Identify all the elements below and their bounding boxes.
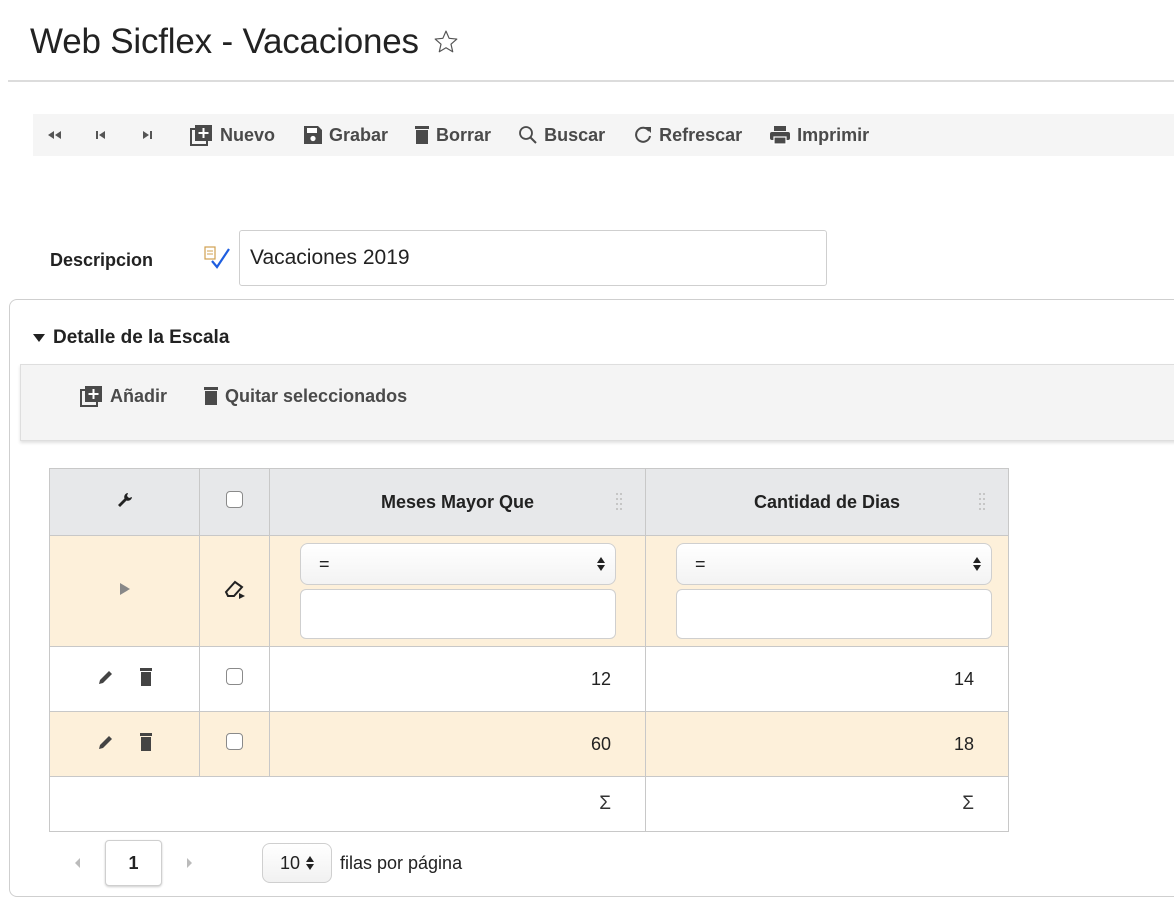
buscar-button[interactable]: Buscar [518, 125, 605, 146]
descripcion-label: Descripcion [50, 250, 154, 270]
nuevo-label: Nuevo [220, 124, 276, 145]
search-icon [519, 126, 537, 144]
filter-meses-operator: = [319, 553, 330, 574]
row-select-cell [199, 646, 270, 712]
collapse-caret-icon [33, 334, 45, 342]
dias-header-label: Cantidad de Dias [753, 491, 901, 512]
previous-page-button[interactable] [49, 840, 105, 886]
tools-header[interactable] [49, 468, 200, 536]
title-bar: Web Sicflex - Vacaciones [30, 12, 459, 72]
page-size-value: 10 [279, 852, 301, 873]
imprimir-button[interactable]: Imprimir [769, 125, 869, 146]
current-page-button[interactable]: 1 [105, 840, 162, 886]
favorite-star-icon[interactable] [433, 29, 459, 55]
wrench-icon [117, 492, 132, 507]
next-page-button[interactable] [162, 840, 218, 886]
meses-cell[interactable]: 12 [269, 646, 646, 712]
anadir-label: Añadir [110, 385, 168, 406]
previous-record-button[interactable] [92, 126, 110, 144]
borrar-button[interactable]: Borrar [414, 125, 491, 146]
add-square-icon [190, 125, 212, 146]
summary-row: Σ Σ [49, 776, 1009, 832]
table-row[interactable]: 60 18 [49, 711, 1009, 777]
title-divider [8, 80, 1174, 82]
last-record-button[interactable] [138, 126, 156, 144]
trash-icon [415, 126, 430, 144]
section-title: Detalle de la Escala [53, 327, 230, 348]
step-back-icon [96, 131, 105, 139]
chevron-left-icon [75, 858, 80, 868]
filter-dias-cell: = [645, 535, 1009, 647]
filter-meses-operator-select[interactable]: = [300, 543, 616, 585]
filter-dias-input[interactable] [676, 589, 992, 639]
filter-row: = = [49, 535, 1009, 647]
row-checkbox[interactable] [226, 733, 243, 750]
row-actions [49, 711, 200, 777]
chevron-right-icon [187, 858, 192, 868]
row-actions [49, 646, 200, 712]
pager: 1 10 filas por página [49, 838, 1009, 888]
trash-icon [204, 387, 219, 405]
filter-apply-cell[interactable] [49, 535, 200, 647]
detail-toolbar-buttons: Añadir Quitar seleccionados [80, 385, 443, 407]
descripcion-input[interactable] [239, 230, 827, 286]
play-icon[interactable] [119, 582, 131, 596]
meses-cell[interactable]: 60 [269, 711, 646, 777]
quitar-label: Quitar seleccionados [225, 385, 408, 406]
add-square-icon [80, 386, 102, 407]
print-icon [770, 126, 791, 145]
edit-pencil-icon[interactable] [96, 732, 116, 752]
row-checkbox[interactable] [226, 668, 243, 685]
select-arrows-icon [306, 856, 315, 870]
select-all-checkbox[interactable] [226, 491, 243, 508]
filter-meses-cell: = [269, 535, 646, 647]
section-header[interactable]: Detalle de la Escala [33, 327, 229, 349]
dias-sum-cell[interactable]: Σ [645, 776, 1009, 832]
grid-header-row: Meses Mayor Que Cantidad de Dias [49, 468, 1009, 536]
page-title: Web Sicflex - Vacaciones [30, 22, 419, 61]
spellcheck-icon[interactable] [203, 245, 231, 271]
summary-spacer [49, 776, 270, 832]
filter-meses-input[interactable] [300, 589, 616, 639]
imprimir-label: Imprimir [797, 124, 870, 145]
column-header-dias[interactable]: Cantidad de Dias [645, 468, 1009, 536]
column-resize-grip-icon[interactable] [615, 491, 623, 513]
filter-clear-cell[interactable] [199, 535, 270, 647]
double-left-arrow-icon [48, 131, 61, 139]
select-arrows-icon [597, 557, 605, 571]
trash-icon[interactable] [139, 732, 153, 752]
page-size-select[interactable]: 10 [262, 843, 332, 883]
refrescar-label: Refrescar [659, 124, 743, 145]
refrescar-button[interactable]: Refrescar [633, 125, 742, 146]
select-all-header[interactable] [199, 468, 270, 536]
first-record-button[interactable] [46, 126, 64, 144]
eraser-icon[interactable] [223, 578, 247, 600]
table-row[interactable]: 12 14 [49, 646, 1009, 712]
refresh-icon [635, 126, 652, 143]
detail-grid: Meses Mayor Que Cantidad de Dias = = 12 … [49, 468, 1009, 832]
borrar-label: Borrar [436, 124, 492, 145]
main-toolbar: Nuevo Grabar Borrar Buscar Refrescar Imp… [33, 114, 1174, 156]
meses-sum-cell[interactable]: Σ [269, 776, 646, 832]
nuevo-button[interactable]: Nuevo [190, 124, 275, 146]
dias-cell[interactable]: 18 [645, 711, 1009, 777]
column-resize-grip-icon[interactable] [978, 491, 986, 513]
dias-cell[interactable]: 14 [645, 646, 1009, 712]
row-select-cell [199, 711, 270, 777]
grabar-button[interactable]: Grabar [303, 125, 388, 146]
select-arrows-icon [973, 557, 981, 571]
meses-header-label: Meses Mayor Que [380, 491, 535, 512]
filter-dias-operator: = [695, 553, 706, 574]
column-header-meses[interactable]: Meses Mayor Que [269, 468, 646, 536]
quitar-seleccionados-button[interactable]: Quitar seleccionados [203, 386, 407, 407]
edit-pencil-icon[interactable] [96, 667, 116, 687]
grabar-label: Grabar [329, 124, 389, 145]
anadir-button[interactable]: Añadir [80, 385, 167, 407]
page-size-label: filas por página [340, 852, 463, 873]
save-icon [304, 126, 323, 144]
buscar-label: Buscar [544, 124, 606, 145]
filter-dias-operator-select[interactable]: = [676, 543, 992, 585]
trash-icon[interactable] [139, 667, 153, 687]
step-forward-icon [143, 131, 152, 139]
